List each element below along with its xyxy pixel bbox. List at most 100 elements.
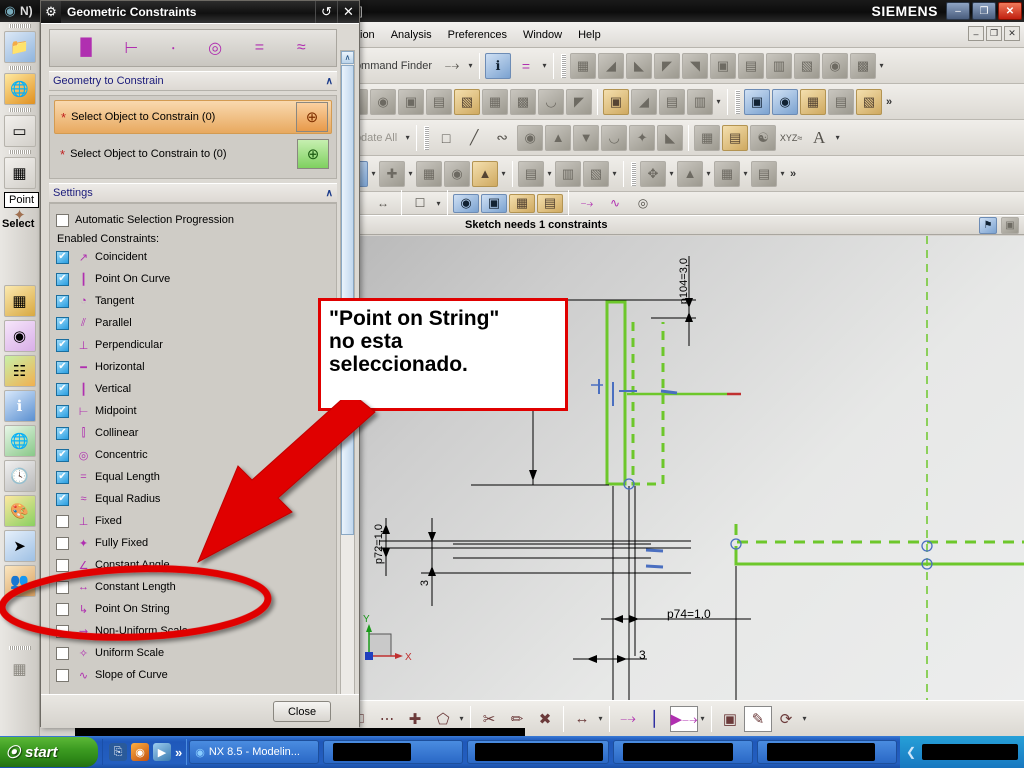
constraint-row-uniform-scale[interactable]: ✧ Uniform Scale	[56, 642, 330, 664]
constraint-checkbox-fully-fixed[interactable]	[56, 536, 69, 550]
select-object-to-constrain-row[interactable]: * Select Object to Constrain (0) ⊕	[54, 100, 332, 134]
point-on-curve-icon[interactable]: ⊢	[124, 38, 138, 58]
constraint-checkbox-uniform-scale[interactable]	[56, 646, 69, 660]
cursor-icon[interactable]: ➤	[3, 530, 36, 562]
display-section-icon[interactable]: ◉	[453, 193, 479, 213]
constraint-display-icon[interactable]: ⤍	[574, 190, 600, 216]
emboss-icon[interactable]: ▤	[828, 88, 854, 115]
datum-dropdown-icon[interactable]: ▾	[406, 169, 415, 178]
constraint-checkbox-collinear[interactable]	[56, 426, 69, 440]
dimension-horizontal-3[interactable]: 3	[639, 648, 646, 662]
section-settings[interactable]: Settings ∧	[49, 183, 337, 203]
equal-radius-icon[interactable]: ≈	[297, 39, 306, 57]
reset-icon[interactable]: ↺	[315, 1, 337, 23]
toolbar-overflow-chevron[interactable]: »	[787, 168, 799, 180]
firefox-icon[interactable]: ◉	[131, 743, 149, 761]
surface-patch-icon[interactable]: ◉	[517, 124, 544, 151]
constraint-row-coincident[interactable]: ↗ Coincident	[56, 246, 330, 268]
constraint-row-tangent[interactable]: ◔ Tangent	[56, 290, 330, 312]
datum-axis-icon[interactable]: ▤	[722, 124, 749, 151]
automatic-selection-progression-row[interactable]: Automatic Selection Progression	[56, 209, 330, 231]
constraint-checkbox-point-on-curve[interactable]	[56, 272, 69, 286]
constraint-row-constant-angle[interactable]: ∠ Constant Angle	[56, 554, 330, 576]
spline-icon[interactable]: ∾	[489, 125, 515, 151]
constraint-checkbox-perpendicular[interactable]	[56, 338, 69, 352]
pattern-dropdown-icon[interactable]: ▾	[741, 169, 750, 178]
wireframe-icon[interactable]: ▦	[509, 193, 535, 213]
section-geometry-to-constrain[interactable]: Geometry to Constrain ∧	[49, 71, 337, 91]
bridge-curve-icon[interactable]: ◣	[657, 124, 684, 151]
layer-icon[interactable]: ◉	[3, 320, 36, 352]
blocks-icon[interactable]: ☷	[3, 355, 36, 387]
extrude-surface-icon[interactable]: ◢	[597, 52, 624, 79]
sheet-body-icon[interactable]: ▦	[569, 52, 596, 79]
toolbar-grip-icon[interactable]	[8, 24, 31, 28]
menu-window[interactable]: Window	[515, 27, 570, 43]
thicken-icon[interactable]: ▥	[555, 160, 581, 187]
taskbar-window-3[interactable]	[467, 740, 610, 764]
chevron-up-icon[interactable]: ∧	[326, 76, 333, 87]
geometric-constraints-icon[interactable]: ⤍	[614, 706, 642, 732]
tube-icon[interactable]: ▦	[800, 88, 826, 115]
constraint-checkbox-concentric[interactable]	[56, 448, 69, 462]
reattach-sketch-icon[interactable]: ⟳	[772, 706, 800, 732]
offset-curve-icon[interactable]: ✦	[629, 124, 656, 151]
chamfer-icon[interactable]: ▩	[510, 88, 536, 115]
taskbar-window-nx[interactable]: ◉ NX 8.5 - Modelin...	[189, 740, 320, 764]
info-icon[interactable]: ℹ	[3, 390, 36, 422]
move-dropdown-icon[interactable]: ▾	[610, 169, 619, 178]
gear-icon[interactable]: ⚙	[41, 1, 61, 23]
through-curves-icon[interactable]: ◥	[681, 52, 708, 79]
equal-length-icon[interactable]: =	[255, 39, 264, 57]
toolbar-overflow-chevron[interactable]: »	[883, 96, 895, 108]
curve-on-surface-icon[interactable]: ▲	[545, 124, 572, 151]
media-player-icon[interactable]: ▶	[153, 743, 171, 761]
edge-blend-icon[interactable]: ▦	[482, 88, 508, 115]
concentric-icon[interactable]: ◎	[208, 38, 222, 58]
chevron-up-icon[interactable]: ∧	[326, 188, 333, 199]
constraint-row-parallel[interactable]: ⫽ Parallel	[56, 312, 330, 334]
toolbar-grip-icon[interactable]	[8, 646, 31, 650]
constraint-tool-icon[interactable]: ⤍	[439, 53, 465, 79]
extrude-body-icon[interactable]: ▤	[518, 160, 544, 187]
inner-close-button[interactable]: ✕	[1004, 26, 1020, 41]
shaded-mode-icon[interactable]: ▣	[481, 193, 507, 213]
edit-sketch-icon[interactable]: ✎	[744, 705, 772, 732]
restore-button[interactable]: ❐	[972, 2, 996, 20]
minimize-button[interactable]: –	[946, 2, 970, 20]
geometric-constraints-dialog[interactable]: ⚙ Geometric Constraints ↺ ✕ █ ⊢ ⸱ ◎ = ≈ …	[40, 0, 360, 728]
toolbar-grip-icon[interactable]	[631, 161, 636, 186]
constraint-row-point-on-curve[interactable]: ┃ Point On Curve	[56, 268, 330, 290]
constraint-row-perpendicular[interactable]: ⊥ Perpendicular	[56, 334, 330, 356]
pattern-feature-icon[interactable]: ▤	[659, 88, 685, 115]
finish-sketch-icon[interactable]: ⚑	[979, 216, 997, 234]
curve-dropdown-icon[interactable]: ▾	[833, 133, 842, 142]
close-button[interactable]: ✕	[998, 2, 1022, 20]
subtract-icon[interactable]: ◢	[631, 88, 657, 115]
dimension-dropdown-icon[interactable]: ▾	[596, 714, 605, 723]
constraint-checkbox-vertical[interactable]	[56, 382, 69, 396]
hole-icon[interactable]: ▣	[398, 88, 424, 115]
palette-icon[interactable]: 🎨	[3, 495, 36, 527]
constraint-checkbox-tangent[interactable]	[56, 294, 69, 308]
rapid-dim-icon[interactable]: ↔	[370, 190, 396, 216]
static-wireframe-icon[interactable]: ▤	[537, 193, 563, 213]
sketch-dropdown-icon[interactable]: ▾	[369, 169, 378, 178]
law-curve-icon[interactable]: XYZ≈	[778, 125, 804, 151]
constraint-checkbox-parallel[interactable]	[56, 316, 69, 330]
constraint-checkbox-midpoint[interactable]	[56, 404, 69, 418]
constraint-row-horizontal[interactable]: ━ Horizontal	[56, 356, 330, 378]
constraint-checkbox-equal-radius[interactable]	[56, 492, 69, 506]
make-corner-icon[interactable]: ✖	[531, 706, 559, 732]
sketch-section-icon[interactable]: ▣	[744, 88, 770, 115]
revolve-surface-icon[interactable]: ◣	[625, 52, 652, 79]
internet-explorer-icon[interactable]: 🌐	[3, 73, 36, 105]
equal-dropdown-icon[interactable]: ▾	[540, 61, 549, 70]
rib-icon[interactable]: ▧	[856, 88, 882, 115]
assembly-icon[interactable]: ▦	[3, 157, 36, 189]
profile-icon[interactable]: □	[433, 125, 459, 151]
toolbar-grip-icon[interactable]	[8, 150, 31, 154]
dimension-p104[interactable]: p104=3,0	[678, 258, 690, 304]
select-region-icon[interactable]: ☐	[407, 190, 433, 216]
ruled-surface-icon[interactable]: ▣	[709, 52, 736, 79]
